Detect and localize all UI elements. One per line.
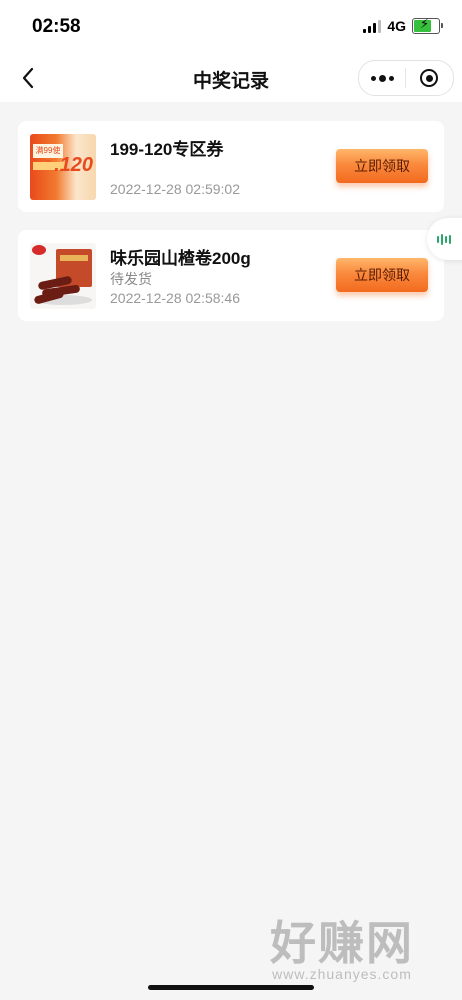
nav-bar: 中奖记录 (0, 54, 462, 102)
claim-button[interactable]: 立即领取 (336, 149, 428, 183)
mini-program-capsule (358, 60, 454, 96)
watermark-url: www.zhuanyes.com (272, 966, 412, 982)
watermark-main: 好赚网 (270, 917, 414, 969)
record-card: 满99使用 .120 199-120专区券 2022-12-28 02:59:0… (18, 121, 444, 212)
battery-icon: ⚡ (412, 16, 443, 34)
more-button[interactable] (359, 61, 405, 95)
claim-button[interactable]: 立即领取 (336, 258, 428, 292)
signal-icon (363, 19, 382, 33)
charging-icon: ⚡ (420, 16, 430, 31)
close-button[interactable] (406, 61, 452, 95)
coupon-amount: .120 (54, 154, 93, 176)
product-thumbnail (30, 243, 96, 309)
home-indicator[interactable] (148, 985, 314, 990)
record-time: 2022-12-28 02:58:46 (110, 290, 240, 306)
record-title: 味乐园山楂卷200g (110, 249, 251, 268)
floating-voice-button[interactable] (427, 218, 462, 260)
record-time: 2022-12-28 02:59:02 (110, 181, 240, 197)
more-dots-icon (370, 74, 394, 82)
coupon-thumbnail: 满99使用 .120 (30, 134, 96, 200)
close-target-icon (420, 69, 438, 87)
record-status: 待发货 (110, 271, 152, 287)
record-title: 199-120专区券 (110, 140, 224, 159)
record-card: 味乐园山楂卷200g 待发货 2022-12-28 02:58:46 立即领取 (18, 230, 444, 321)
voice-wave-icon (437, 233, 451, 245)
brand-logo (32, 245, 46, 255)
status-time: 02:58 (32, 16, 81, 37)
status-indicators: 4G ⚡ (363, 16, 443, 34)
status-bar: 02:58 4G ⚡ (0, 0, 462, 54)
network-type: 4G (387, 18, 406, 34)
watermark: 好赚网 www.zhuanyes.com (244, 918, 440, 982)
